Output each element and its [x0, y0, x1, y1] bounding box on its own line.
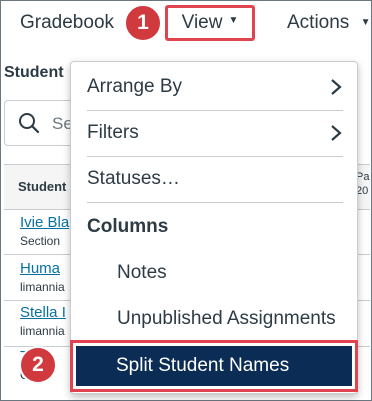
student-section-text: limannia: [20, 324, 65, 338]
step-1-callout: 1: [124, 4, 162, 42]
menu-item-unpublished-assignments[interactable]: Unpublished Assignments: [117, 308, 336, 330]
menu-item-statuses[interactable]: Statuses…: [87, 166, 343, 192]
step-2-callout: 2: [19, 346, 57, 384]
student-name-link[interactable]: Stella I: [20, 304, 66, 321]
assignment-header-line-2: 20: [356, 185, 369, 197]
menu-item-split-student-names[interactable]: Split Student Names: [76, 346, 352, 386]
menu-divider: [87, 110, 343, 111]
caret-down-icon: ▼: [360, 17, 371, 28]
search-icon: [19, 113, 40, 134]
menu-item-filters[interactable]: Filters: [87, 120, 343, 146]
actions-menu-button[interactable]: Actions ▼: [287, 12, 371, 34]
arrange-by-label: Arrange By: [87, 76, 183, 97]
filters-label: Filters: [87, 122, 139, 143]
gradebook-label: Gradebook: [20, 12, 115, 33]
view-menu-button[interactable]: View ▼: [165, 5, 255, 41]
view-label: View: [181, 12, 223, 33]
menu-divider: [87, 202, 343, 203]
students-section-title: Student: [4, 64, 64, 81]
chevron-right-icon: [331, 125, 342, 141]
statuses-label: Statuses…: [87, 168, 180, 189]
split-names-label: Split Student Names: [116, 355, 290, 376]
student-name-link[interactable]: Huma: [20, 260, 60, 277]
menu-item-arrange-by[interactable]: Arrange By: [87, 74, 343, 100]
menu-item-notes[interactable]: Notes: [117, 262, 167, 284]
student-section-text: limannia: [20, 280, 65, 294]
student-section-text: Section: [20, 234, 61, 248]
menu-divider: [87, 156, 343, 157]
actions-label: Actions: [287, 12, 350, 33]
chevron-right-icon: [331, 79, 342, 95]
assignment-column-header[interactable]: Pa 20: [356, 170, 369, 198]
assignment-header-line-1: Pa: [356, 171, 370, 183]
columns-group-label: Columns: [87, 216, 169, 237]
student-column-header[interactable]: Student: [18, 179, 66, 194]
gradebook-menu-button[interactable]: Gradebook: [20, 12, 114, 34]
split-names-highlight: Split Student Names: [70, 340, 358, 392]
caret-down-icon: ▼: [228, 14, 239, 26]
student-name-link[interactable]: Ivie Bla: [20, 214, 69, 231]
